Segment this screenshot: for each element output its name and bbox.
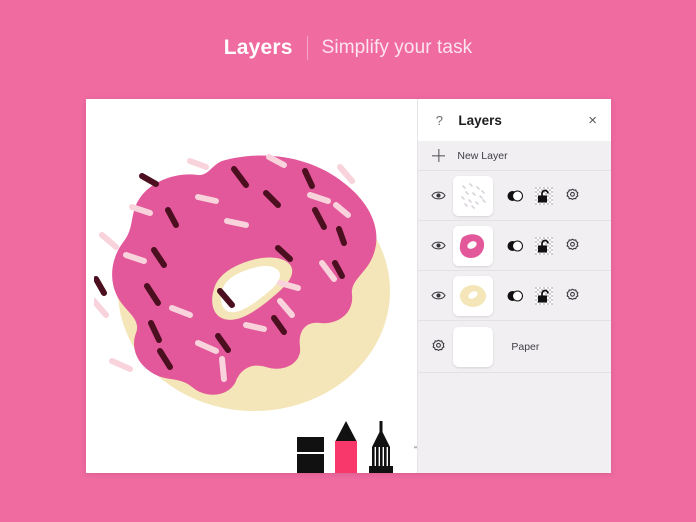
- gear-icon[interactable]: [565, 238, 580, 253]
- marker-tool[interactable]: [333, 421, 359, 473]
- plus-icon: [432, 149, 445, 162]
- eye-icon[interactable]: [429, 290, 447, 301]
- new-layer-button[interactable]: New Layer: [418, 141, 611, 171]
- frosting-thumbnail[interactable]: [453, 225, 494, 266]
- new-layer-label: New Layer: [457, 149, 508, 162]
- dough-thumbnail[interactable]: [453, 275, 494, 316]
- blend-mode-icon[interactable]: [507, 289, 524, 303]
- add-tool-button[interactable]: [408, 433, 417, 461]
- gear-icon[interactable]: [565, 188, 580, 203]
- table-row[interactable]: [418, 271, 611, 321]
- eraser-tool[interactable]: [296, 429, 326, 473]
- gear-icon[interactable]: [565, 288, 580, 303]
- layers-panel-header: ? Layers ×: [418, 99, 611, 141]
- banner-divider: [306, 35, 308, 60]
- close-icon[interactable]: ×: [586, 111, 599, 130]
- pen-tool[interactable]: [366, 421, 396, 473]
- unlocked-padlock-icon[interactable]: [535, 186, 554, 205]
- sprinkles-thumbnail[interactable]: [453, 175, 494, 216]
- gear-icon[interactable]: [429, 339, 447, 354]
- paper-row[interactable]: Paper: [418, 321, 611, 373]
- donut-artwork: [91, 143, 404, 423]
- layer-actions: [507, 236, 611, 255]
- table-row[interactable]: [418, 171, 611, 221]
- table-row[interactable]: [418, 221, 611, 271]
- eye-icon[interactable]: [429, 240, 447, 251]
- help-question-icon[interactable]: ?: [432, 113, 446, 128]
- tool-dock: [296, 415, 417, 473]
- layers-panel: ? Layers × New Layer Paper: [417, 99, 611, 473]
- panel-empty-space: [418, 373, 611, 473]
- blend-mode-icon[interactable]: [507, 239, 524, 253]
- paper-thumbnail[interactable]: [453, 326, 494, 367]
- banner-inner: Layers Simplify your task: [223, 35, 473, 60]
- page-banner: Layers Simplify your task: [0, 0, 696, 99]
- page-title: Layers: [223, 35, 293, 59]
- layer-actions: [507, 286, 611, 305]
- layer-actions: [507, 186, 611, 205]
- app-window: ? Layers × New Layer Paper: [86, 99, 611, 473]
- layer-list: Paper: [418, 171, 611, 473]
- eye-icon[interactable]: [429, 190, 447, 201]
- drawing-canvas[interactable]: [86, 99, 418, 473]
- layers-panel-title: Layers: [458, 112, 502, 128]
- paper-label: Paper: [511, 340, 540, 353]
- blend-mode-icon[interactable]: [507, 189, 524, 203]
- page-subtitle: Simplify your task: [321, 36, 473, 58]
- unlocked-padlock-icon[interactable]: [535, 286, 554, 305]
- unlocked-padlock-icon[interactable]: [535, 236, 554, 255]
